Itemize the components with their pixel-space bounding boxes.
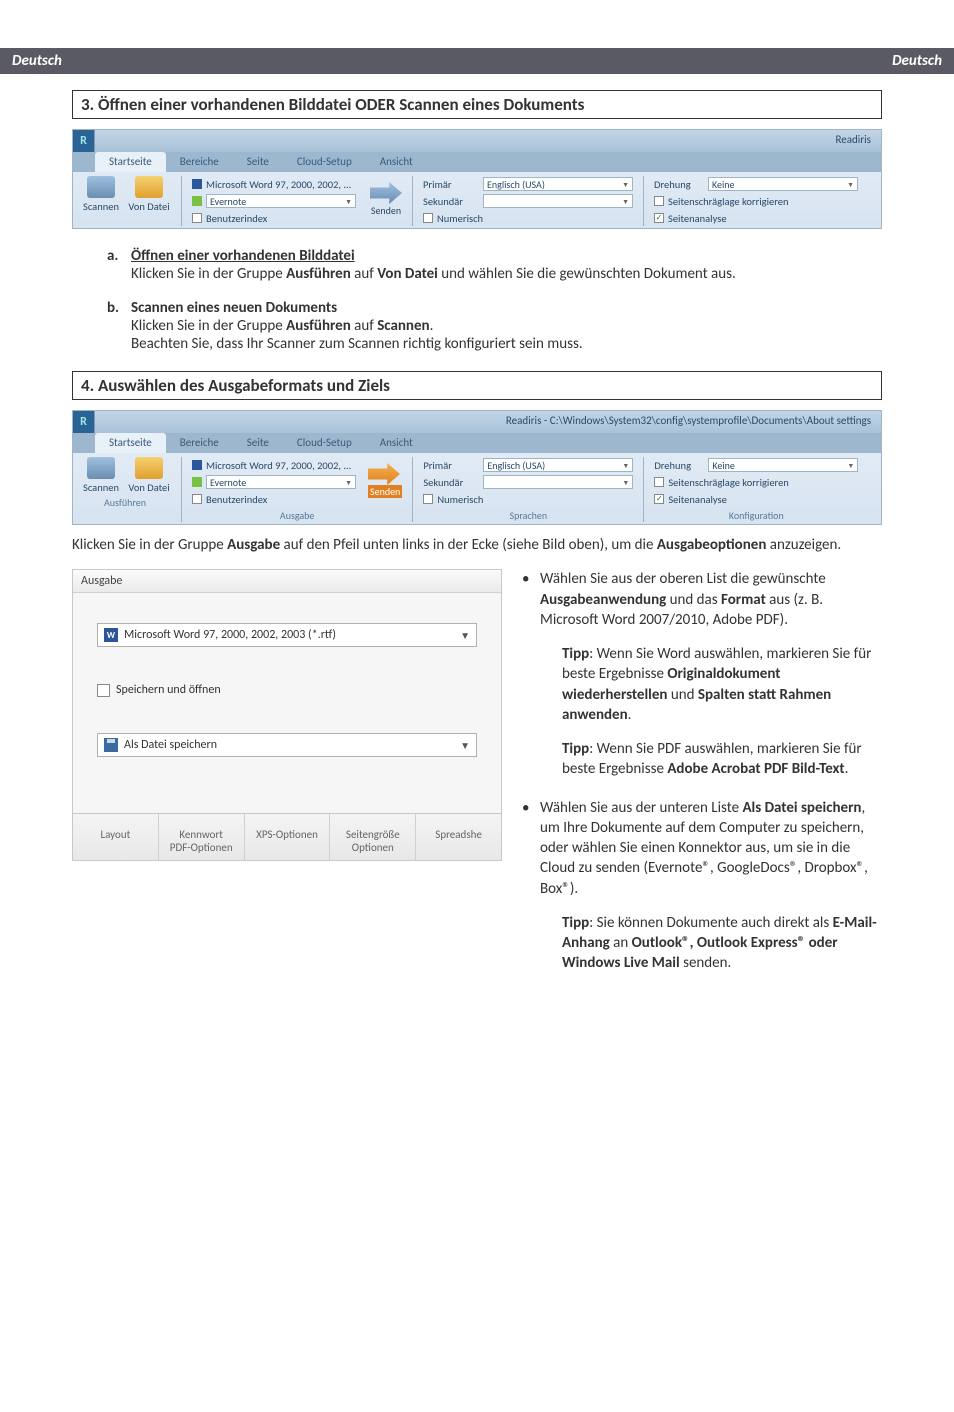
send-arrow-icon	[368, 463, 400, 485]
step-b: Scannen eines neuen Dokuments Klicken Si…	[107, 299, 882, 353]
section-4-title: 4. Auswählen des Ausgabeformats und Ziel…	[72, 371, 882, 400]
tab-cloud[interactable]: Cloud-Setup	[283, 152, 366, 172]
chevron-down-icon: ▼	[460, 629, 470, 642]
step-a: Öffnen einer vorhandenen Bilddatei Klick…	[107, 247, 882, 283]
userindex-checkbox[interactable]	[192, 494, 202, 504]
evernote-dropdown[interactable]: Evernote▼	[206, 475, 356, 489]
tab-page[interactable]: Seite	[233, 152, 283, 172]
folder-icon	[135, 176, 163, 198]
tab-cloud[interactable]: Cloud-Setup	[283, 433, 366, 453]
window-title-2: Readiris - C:\Windows\System32\config\sy…	[506, 414, 871, 427]
tip-word: Tipp: Wenn Sie Word auswählen, markieren…	[562, 644, 882, 725]
send-button[interactable]: Senden	[368, 457, 402, 507]
header-right: Deutsch	[892, 52, 942, 70]
group-conf-label: Konfiguration	[654, 509, 858, 522]
disk-icon	[104, 738, 118, 752]
evernote-icon	[192, 477, 202, 487]
scanner-icon	[87, 457, 115, 479]
folder-icon	[135, 457, 163, 479]
ribbon-screenshot-1: R Readiris Startseite Bereiche Seite Clo…	[72, 129, 882, 229]
secondary-lang-dropdown[interactable]: ▼	[483, 475, 633, 489]
numeric-checkbox[interactable]	[423, 494, 433, 504]
scanner-icon	[87, 176, 115, 198]
window-title: Readiris	[836, 133, 872, 146]
ausgabe-option-tabs: Layout KennwortPDF-Optionen XPS-Optionen…	[73, 813, 501, 860]
primary-lang-dropdown[interactable]: Englisch (USA)▼	[483, 458, 633, 472]
tab-view[interactable]: Ansicht	[366, 433, 427, 453]
step-b-body2: Beachten Sie, dass Ihr Scanner zum Scann…	[131, 335, 882, 353]
deskew-checkbox[interactable]	[654, 196, 664, 206]
app-logo-icon: R	[73, 411, 95, 433]
tab-home[interactable]: Startseite	[95, 152, 166, 172]
header-left: Deutsch	[12, 52, 62, 70]
page-analysis-checkbox[interactable]	[654, 213, 664, 223]
word-icon	[192, 460, 202, 470]
word-icon	[192, 179, 202, 189]
bullet-save: Wählen Sie aus der unteren Liste Als Dat…	[522, 798, 882, 974]
tab-pdf[interactable]: KennwortPDF-Optionen	[159, 814, 245, 860]
para-section4: Klicken Sie in der Gruppe Ausgabe auf de…	[72, 535, 882, 555]
bullet-format: Wählen Sie aus der oberen List die gewün…	[522, 569, 882, 779]
save-as-dropdown[interactable]: Als Datei speichern ▼	[97, 733, 477, 757]
scan-button[interactable]: Scannen	[79, 176, 123, 213]
numeric-checkbox[interactable]	[423, 213, 433, 223]
userindex-checkbox[interactable]	[192, 213, 202, 223]
secondary-lang-dropdown[interactable]: ▼	[483, 194, 633, 208]
app-logo-icon: R	[73, 130, 95, 152]
send-arrow-icon	[370, 182, 402, 204]
tab-spreadsheet[interactable]: Spreadshe	[416, 814, 501, 860]
save-open-checkbox[interactable]	[97, 684, 110, 697]
tab-xps[interactable]: XPS-Optionen	[245, 814, 331, 860]
ribbon-tabs: Startseite Bereiche Seite Cloud-Setup An…	[73, 152, 881, 172]
ribbon-screenshot-2: R Readiris - C:\Windows\System32\config\…	[72, 410, 882, 525]
step-b-body1: Klicken Sie in der Gruppe Ausführen auf …	[131, 317, 882, 335]
ausgabe-dialog-title: Ausgabe	[73, 570, 501, 593]
step-a-title: Öffnen einer vorhandenen Bilddatei	[131, 247, 355, 265]
evernote-icon	[192, 196, 202, 206]
rotation-dropdown[interactable]: Keine▼	[708, 458, 858, 472]
group-execute-label: Ausführen	[79, 496, 171, 509]
ausgabe-dialog: Ausgabe W Microsoft Word 97, 2000, 2002,…	[72, 569, 502, 861]
tip-email: Tipp: Sie können Dokumente auch direkt a…	[562, 913, 882, 974]
section-3-title: 3. Öffnen einer vorhandenen Bilddatei OD…	[72, 90, 882, 119]
primary-lang-dropdown[interactable]: Englisch (USA)▼	[483, 177, 633, 191]
chevron-down-icon: ▼	[460, 739, 470, 752]
tab-layout[interactable]: Layout	[73, 814, 159, 860]
evernote-dropdown[interactable]: Evernote▼	[206, 194, 356, 208]
page-analysis-checkbox[interactable]	[654, 494, 664, 504]
tab-size[interactable]: SeitengrößeOptionen	[330, 814, 416, 860]
save-open-label: Speichern und öffnen	[116, 683, 221, 697]
group-output-label: Ausgabe	[192, 509, 402, 522]
from-file-button[interactable]: Von Datei	[127, 457, 171, 494]
tip-pdf: Tipp: Wenn Sie PDF auswählen, markieren …	[562, 739, 882, 780]
deskew-checkbox[interactable]	[654, 477, 664, 487]
format-dropdown[interactable]: W Microsoft Word 97, 2000, 2002, 2003 (*…	[97, 623, 477, 647]
send-button[interactable]: Senden	[370, 176, 402, 226]
page-header: Deutsch Deutsch	[0, 48, 954, 74]
tab-areas[interactable]: Bereiche	[166, 152, 233, 172]
from-file-button[interactable]: Von Datei	[127, 176, 171, 213]
group-lang-label: Sprachen	[423, 509, 633, 522]
step-a-body: Klicken Sie in der Gruppe Ausführen auf …	[131, 265, 882, 283]
tab-home[interactable]: Startseite	[95, 433, 166, 453]
step-b-title: Scannen eines neuen Dokuments	[131, 299, 337, 317]
tab-areas[interactable]: Bereiche	[166, 433, 233, 453]
tab-page[interactable]: Seite	[233, 433, 283, 453]
tab-view[interactable]: Ansicht	[366, 152, 427, 172]
ribbon-tabs-2: Startseite Bereiche Seite Cloud-Setup An…	[73, 433, 881, 453]
word-icon: W	[104, 628, 118, 642]
rotation-dropdown[interactable]: Keine▼	[708, 177, 858, 191]
scan-button[interactable]: Scannen	[79, 457, 123, 494]
